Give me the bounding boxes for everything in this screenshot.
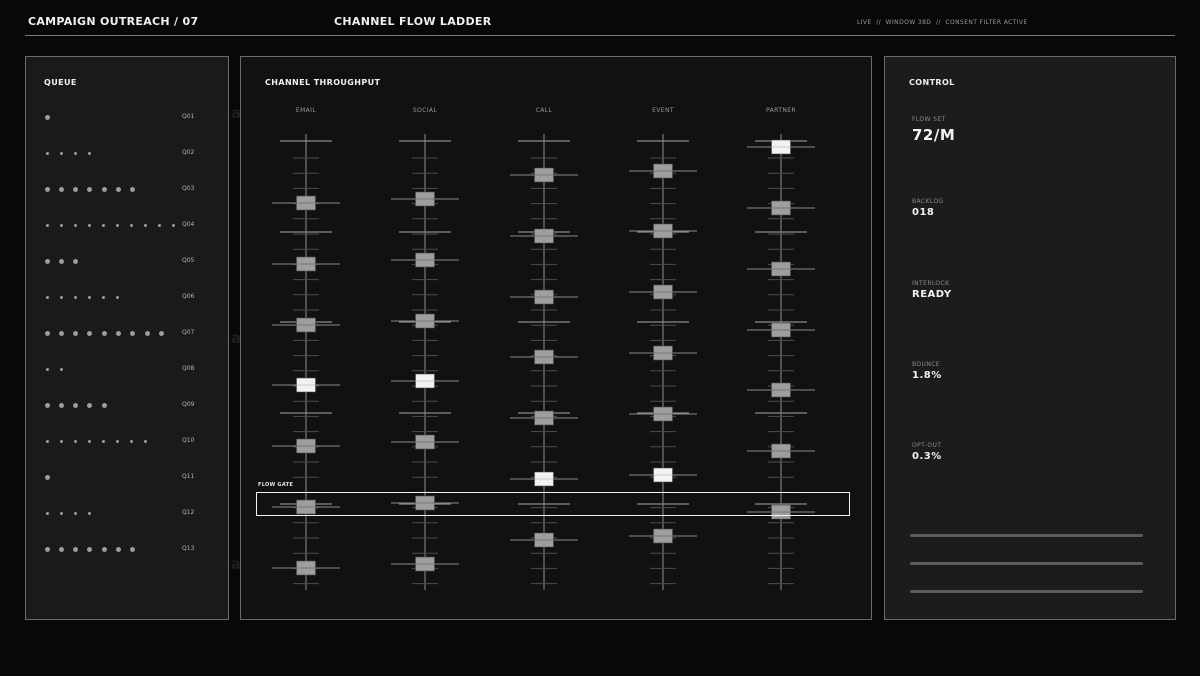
flow-gate-label: FLOW GATE — [258, 482, 294, 488]
backlog-value: 018 — [912, 207, 935, 218]
control-title: CONTROL — [909, 78, 955, 87]
opt-out-value: 0.3% — [912, 451, 942, 462]
interlock-value: READY — [912, 289, 952, 300]
flow-gate[interactable] — [256, 492, 850, 516]
flow-set-label: FLOW SET — [912, 116, 946, 123]
flow-set-value: 72/M — [912, 126, 956, 144]
control-slider-track[interactable] — [910, 590, 1143, 593]
control-slider-track[interactable] — [910, 534, 1143, 537]
bounce-label: BOUNCE — [912, 361, 940, 368]
bounce-value: 1.8% — [912, 370, 942, 381]
backlog-label: BACKLOG — [912, 198, 944, 205]
opt-out-label: OPT-OUT — [912, 442, 942, 449]
interlock-label: INTERLOCK — [912, 280, 950, 287]
control-slider-track[interactable] — [910, 562, 1143, 565]
